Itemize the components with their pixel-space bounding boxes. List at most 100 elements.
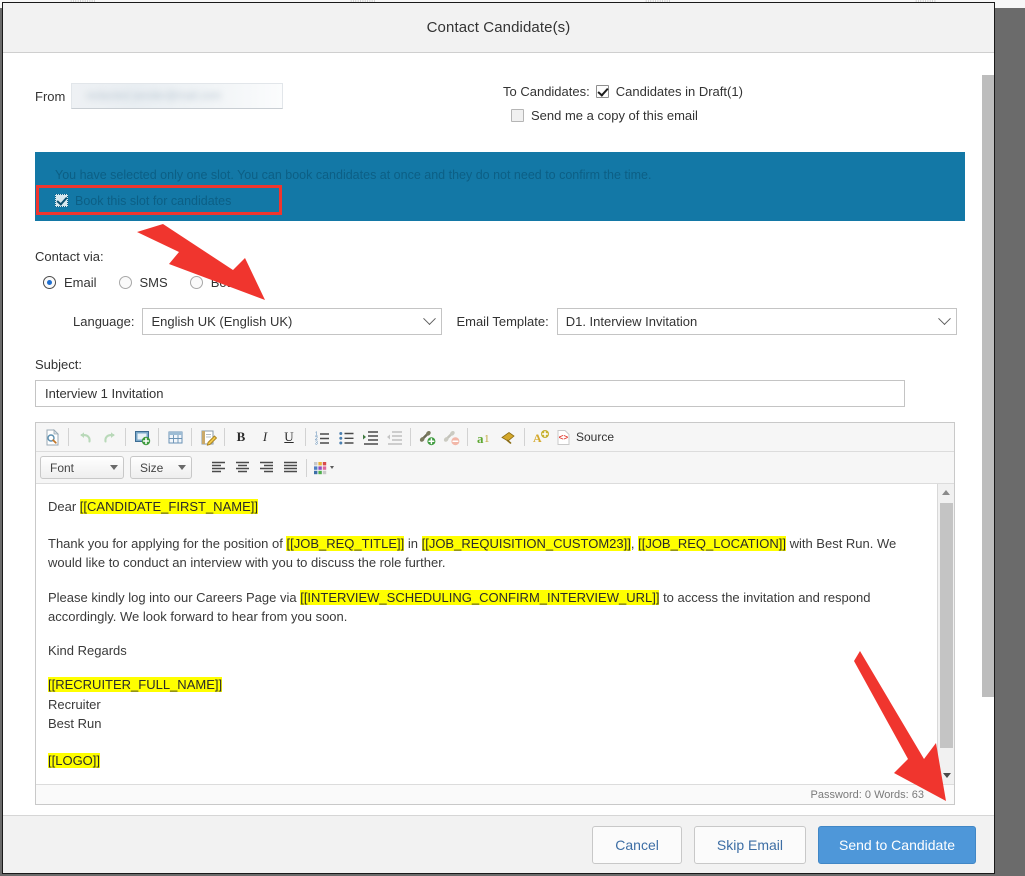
editor-status-bar: Password: 0 Words: 63 [36,784,954,804]
dialog-title: Contact Candidate(s) [426,19,571,36]
body-signature-name: [[RECRUITER_FULL_NAME]] [48,675,920,694]
undo-icon[interactable] [73,426,97,448]
scroll-up-arrow-icon[interactable] [938,484,954,501]
chevron-down-icon [178,465,186,470]
body-greeting: Dear [[CANDIDATE_FIRST_NAME]] [48,497,920,516]
underline-icon[interactable]: U [277,426,301,448]
contact-via-label: Contact via: [35,249,104,264]
radio-email[interactable] [43,276,56,289]
candidates-in-draft-checkbox[interactable] [595,85,609,98]
email-body-editor: B I U 1 2 3 a 1 A <> Source Font Size De… [35,422,955,805]
radio-both[interactable] [189,276,203,289]
email-template-select[interactable]: D1. Interview Invitation [556,308,957,335]
to-candidates-label: To Candidates: [503,84,590,99]
chevron-down-icon [110,465,118,470]
token-job-req-location: [[JOB_REQ_LOCATION]] [638,536,786,552]
font-family-combo[interactable]: Font [40,456,124,479]
svg-text:1: 1 [484,433,490,445]
from-label: From [35,88,66,104]
token-job-requisition-custom23: [[JOB_REQUISITION_CUSTOM23]] [421,536,631,552]
body-signature-role: Recruiter [48,696,101,712]
book-slot-label: Book this slot for candidates [75,193,232,208]
dialog-body: From redacted.sender@mail.com To Candida… [3,53,994,815]
radio-sms[interactable] [118,276,132,289]
align-left-icon[interactable] [206,457,230,479]
unlink-icon[interactable] [439,426,463,448]
send-me-copy-label: Send me a copy of this email [531,108,698,123]
token-candidate-first-name: [[CANDIDATE_FIRST_NAME]] [79,499,258,514]
sender-recipient-row: From redacted.sender@mail.com To Candida… [35,83,962,123]
chevron-down-icon [423,312,437,326]
book-slot-row: Book this slot for candidates [55,194,965,208]
svg-text:<>: <> [559,434,569,443]
editor-toolbar-row-1: B I U 1 2 3 a 1 A <> Source [36,423,954,452]
send-copy-line: Send me a copy of this email [503,108,743,123]
email-template-label: Email Template: [456,314,549,329]
scroll-down-arrow-icon[interactable] [938,767,954,784]
recipients-group: To Candidates: Candidates in Draft(1) Se… [503,83,743,123]
radio-email-label: Email [64,275,97,290]
editor-scrollbar[interactable] [937,484,954,784]
booking-info-message: You have selected only one slot. You can… [55,168,652,182]
decrease-indent-icon[interactable] [382,426,406,448]
contact-via-option-sms[interactable]: SMS [111,275,168,290]
contact-via-options: Email SMS Both [35,275,962,290]
italic-icon[interactable]: I [253,426,277,448]
font-size-combo[interactable]: Size [130,456,192,479]
token-interview-scheduling-url: [[INTERVIEW_SCHEDULING_CONFIRM_INTERVIEW… [300,589,660,605]
align-justify-icon[interactable] [278,457,302,479]
body-signoff: Kind Regards [48,641,920,660]
editor-scroll-thumb[interactable] [940,503,953,748]
anchor-icon[interactable]: a 1 [472,426,496,448]
email-body-content[interactable]: Dear [[CANDIDATE_FIRST_NAME]] Thank you … [36,484,954,784]
email-template-value: D1. Interview Invitation [565,314,698,329]
signoff-text: Kind Regards [48,643,127,659]
send-me-copy-checkbox[interactable] [511,109,524,122]
language-select[interactable]: English UK (English UK) [142,308,443,335]
source-code-icon: <> [557,429,570,445]
redo-icon[interactable] [97,426,121,448]
edit-template-icon[interactable] [196,426,220,448]
subject-input[interactable]: Interview 1 Invitation [35,380,905,407]
para2-text-b: in [404,536,422,552]
preview-icon[interactable] [40,426,64,448]
align-right-icon[interactable] [254,457,278,479]
dialog-footer: Cancel Skip Email Send to Candidate [3,815,994,873]
para2-text-c: , [630,536,639,552]
dialog-body-scrollbar[interactable] [980,53,994,815]
token-recruiter-full-name: [[RECRUITER_FULL_NAME]] [48,677,223,693]
editor-word-count: Password: 0 Words: 63 [810,788,924,801]
insert-link-icon[interactable] [415,426,439,448]
align-center-icon[interactable] [230,457,254,479]
send-to-candidate-button[interactable]: Send to Candidate [818,825,976,864]
increase-indent-icon[interactable] [358,426,382,448]
contact-via-option-email[interactable]: Email [35,275,97,290]
paste-icon[interactable] [496,426,520,448]
cancel-button[interactable]: Cancel [592,825,682,864]
chevron-down-icon [937,312,951,326]
spell-check-icon[interactable]: A [529,426,553,448]
font-label: Font [50,460,75,475]
insert-image-icon[interactable] [130,426,154,448]
subject-value: Interview 1 Invitation [45,386,164,401]
source-button[interactable]: <> Source [553,426,618,448]
para2-text-a: Thank you for applying for the position … [48,536,287,552]
bulleted-list-icon[interactable] [334,426,358,448]
skip-email-button[interactable]: Skip Email [693,825,807,864]
bold-icon[interactable]: B [229,426,253,448]
language-template-row: Language: English UK (English UK) Email … [35,308,962,335]
body-logo-line: [[LOGO]] [48,751,920,770]
from-field-group: From redacted.sender@mail.com [35,83,503,109]
numbered-list-icon[interactable]: 1 2 3 [310,426,334,448]
body-paragraph-2: Thank you for applying for the position … [48,534,920,572]
greeting-prefix: Dear [48,499,80,514]
booking-info-banner: You have selected only one slot. You can… [35,152,965,300]
insert-table-icon[interactable] [163,426,187,448]
to-candidates-line: To Candidates: Candidates in Draft(1) [503,84,743,99]
from-input[interactable]: redacted.sender@mail.com [71,83,284,109]
contact-via-option-both[interactable]: Both [182,275,237,290]
dialog-scroll-thumb[interactable] [982,75,994,697]
book-slot-checkbox[interactable] [55,194,68,208]
token-logo: [[LOGO]] [48,753,101,769]
text-color-picker[interactable] [311,457,341,479]
